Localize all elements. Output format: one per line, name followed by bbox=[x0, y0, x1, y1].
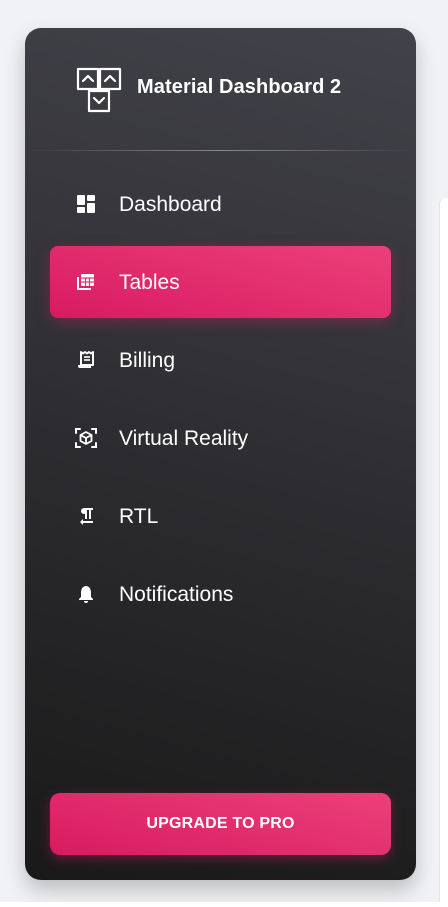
nav-item-tables[interactable]: Tables bbox=[50, 246, 391, 318]
divider bbox=[25, 150, 416, 151]
material-logo-icon bbox=[76, 67, 122, 113]
dashboard-icon bbox=[74, 192, 98, 216]
nav-item-billing[interactable]: Billing bbox=[50, 324, 391, 396]
notifications-icon bbox=[74, 582, 98, 606]
nav-label-notifications: Notifications bbox=[119, 583, 234, 606]
nav-label-tables: Tables bbox=[119, 271, 180, 294]
brand-link[interactable]: Material Dashboard 2 bbox=[25, 28, 416, 150]
nav-item-rtl[interactable]: RTL bbox=[50, 480, 391, 552]
page: Material Dashboard 2 Dashboard Tables Bi… bbox=[0, 0, 448, 907]
brand-name: Material Dashboard 2 bbox=[137, 76, 342, 98]
receipt-icon bbox=[74, 348, 98, 372]
upgrade-to-pro-button[interactable]: Upgrade to Pro bbox=[50, 793, 391, 855]
nav-item-dashboard[interactable]: Dashboard bbox=[50, 168, 391, 240]
nav-item-virtual-reality[interactable]: Virtual Reality bbox=[50, 402, 391, 474]
table-view-icon bbox=[74, 270, 98, 294]
bottom-strip bbox=[0, 902, 448, 907]
nav-label-dashboard: Dashboard bbox=[119, 193, 222, 216]
nav-label-virtual-reality: Virtual Reality bbox=[119, 427, 249, 450]
format-textdirection-r-to-l-icon bbox=[74, 504, 98, 528]
sidenav: Material Dashboard 2 Dashboard Tables Bi… bbox=[25, 28, 416, 880]
nav-item-notifications[interactable]: Notifications bbox=[50, 558, 391, 630]
main-content-edge bbox=[439, 198, 448, 907]
nav-label-rtl: RTL bbox=[119, 505, 159, 528]
nav-label-billing: Billing bbox=[119, 349, 176, 372]
view-in-ar-icon bbox=[74, 426, 98, 450]
